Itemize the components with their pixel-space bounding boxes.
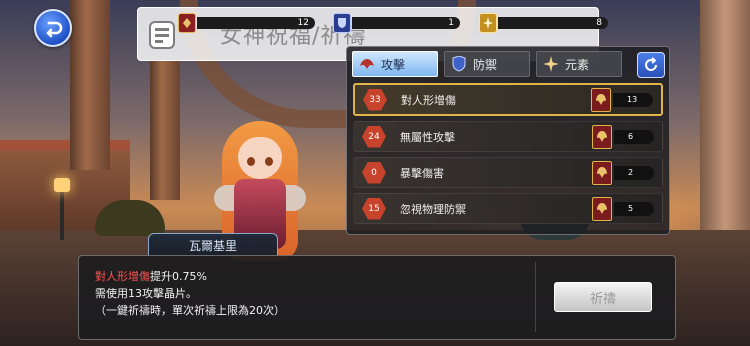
stat-level-badge: 0 [362,161,386,184]
info-dialog: 對人形增傷提升0.75% 需使用13攻擊晶片。 （一鍵祈禱時，單次祈禱上限為20… [78,255,676,340]
character-eye [265,157,273,166]
attack-crystal-bar: 12 [197,17,315,29]
tab-attack[interactable]: 攻擊 [352,51,438,77]
attack-crystal-icon [592,196,612,221]
stat-effect: 提升0.75% [150,270,207,283]
dialog-divider [535,262,536,332]
stat-row[interactable]: 33 對人形增傷 13 [353,83,663,116]
stat-name: 忽視物理防禦 [400,202,466,216]
tab-element-label: 元素 [565,57,590,72]
element-crystal-bar: 8 [498,17,608,29]
defense-crystal-bar: 1 [352,17,460,29]
attack-crystal-counter: 12 [178,13,315,33]
blessing-category-panel: 攻擊 防禦 元素 33 對人形增傷 13 24 無屬性攻擊 6 0 暴擊傷害 2… [346,46,670,235]
back-button[interactable] [34,9,72,47]
attack-crystal-icon [591,87,611,112]
defense-crystal-count: 1 [448,18,454,28]
attack-crystal-icon [178,13,196,33]
highlighted-stat-name: 對人形增傷 [95,270,150,283]
stat-name: 暴擊傷害 [400,166,444,180]
street-lamp-post [60,185,64,240]
character-face [238,137,282,179]
tab-defense[interactable]: 防禦 [444,51,530,77]
stat-row[interactable]: 24 無屬性攻擊 6 [353,121,663,152]
star-icon [543,56,559,72]
shield-icon [451,56,467,72]
bush [95,200,165,236]
attack-crystal-icon [592,124,612,149]
stat-cost-count: 2 [614,165,654,180]
element-crystal-icon [479,13,497,33]
prayer-scroll-icon [149,21,175,49]
attack-crystal-icon [592,160,612,185]
pray-button[interactable]: 祈禱 [554,282,652,312]
element-crystal-count: 8 [596,18,602,28]
stat-cost-count: 6 [614,129,654,144]
stat-row[interactable]: 15 忽視物理防禦 5 [353,193,663,224]
refresh-button[interactable] [637,52,665,78]
stat-list: 33 對人形增傷 13 24 無屬性攻擊 6 0 暴擊傷害 2 15 忽視物理防… [353,83,663,229]
dialog-line-3: （一鍵祈禱時，單次祈禱上限為20次） [95,304,285,317]
dialog-text: 對人形增傷提升0.75% 需使用13攻擊晶片。 （一鍵祈禱時，單次祈禱上限為20… [95,268,285,319]
stone-pillar [70,0,110,170]
stat-level-badge: 24 [362,125,386,148]
character-eye [247,157,255,166]
element-crystal-counter: 8 [479,13,608,33]
back-arrow-icon [46,21,63,38]
stat-row[interactable]: 0 暴擊傷害 2 [353,157,663,188]
stat-level-badge: 33 [363,88,387,111]
wings-emblem-icon [359,56,375,72]
stat-level-badge: 15 [362,197,386,220]
stone-pillar [150,60,180,200]
tab-defense-label: 防禦 [473,57,498,72]
street-lamp-light [54,178,70,192]
refresh-icon [645,57,657,71]
dialog-line-2: 需使用13攻擊晶片。 [95,287,197,300]
defense-crystal-counter: 1 [333,13,460,33]
category-tabs: 攻擊 防禦 元素 [352,51,622,77]
stat-cost-count: 13 [613,92,653,107]
tab-element[interactable]: 元素 [536,51,622,77]
attack-crystal-count: 12 [297,18,309,28]
defense-crystal-icon [333,13,351,33]
tab-attack-label: 攻擊 [381,57,406,72]
character-name-tag: 瓦爾基里 [148,233,278,256]
stat-cost-count: 5 [614,201,654,216]
stat-name: 無屬性攻擊 [400,130,455,144]
stat-name: 對人形增傷 [401,93,456,107]
dialog-line-1: 對人形增傷提升0.75% [95,268,285,285]
